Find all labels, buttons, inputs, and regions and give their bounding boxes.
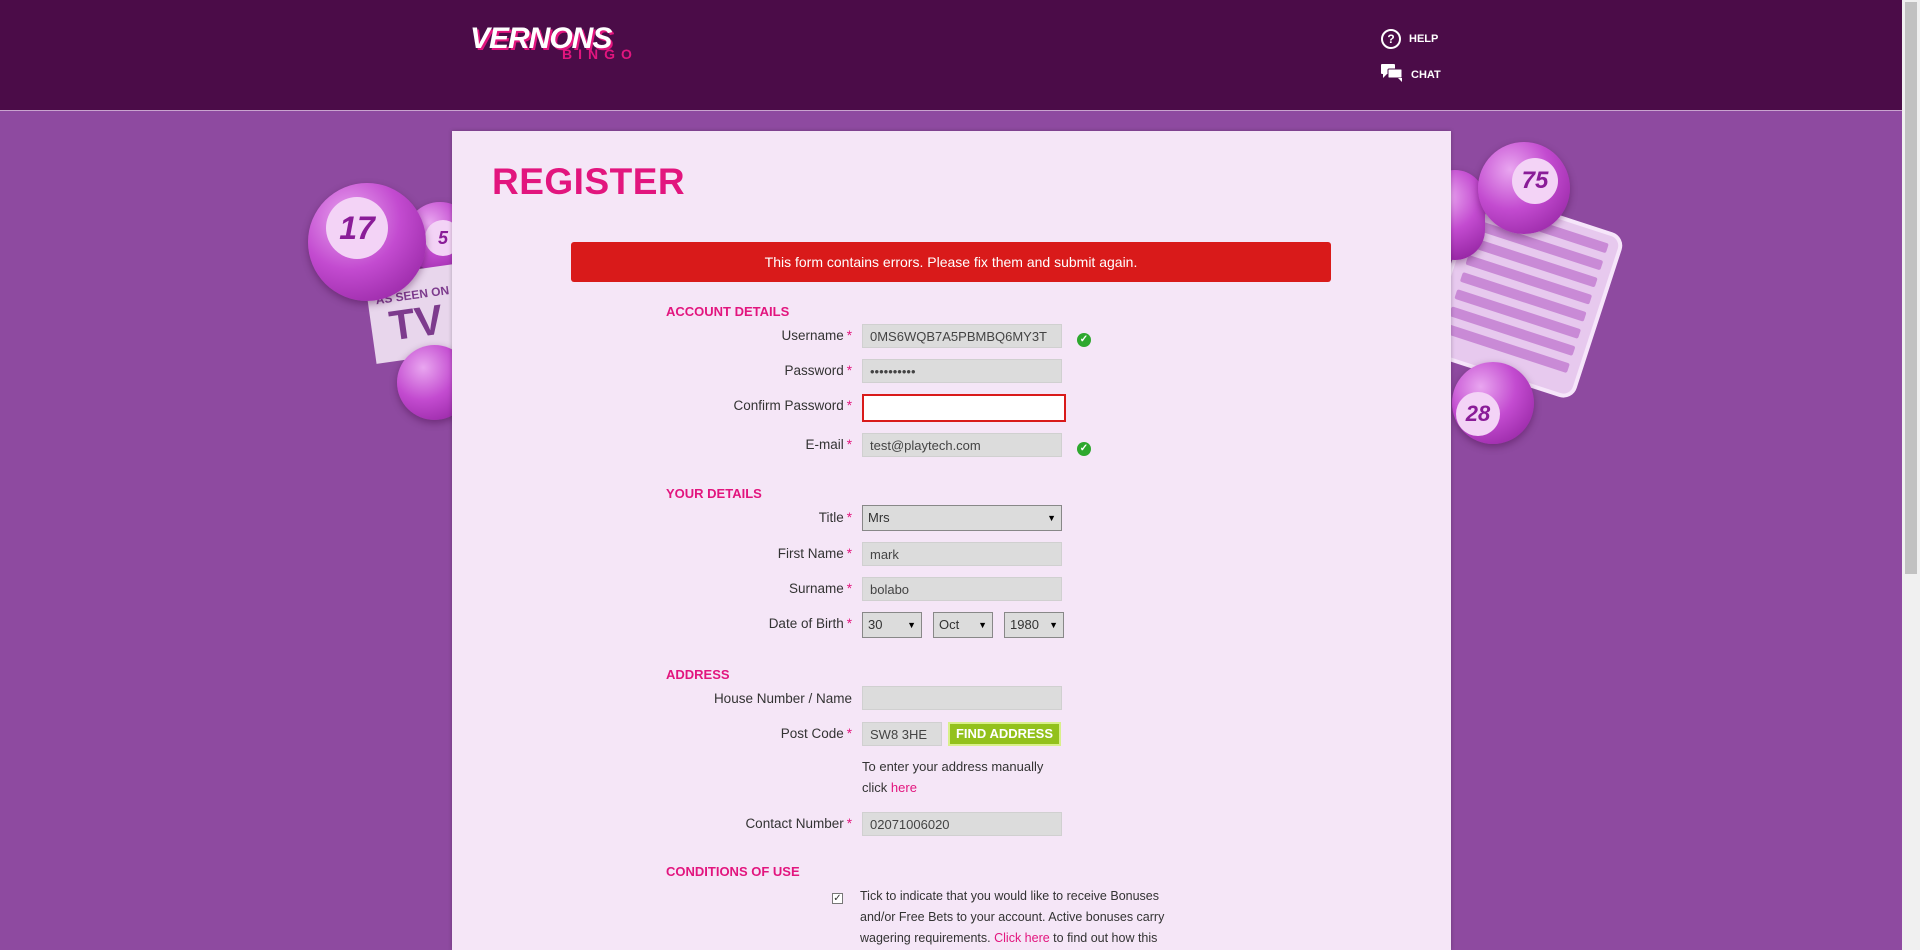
dropdown-arrow-icon: ▼	[978, 620, 987, 630]
vernons-bingo-logo[interactable]: VERNONS BINGO	[470, 24, 652, 64]
bonus-opt-in-text: Tick to indicate that you would like to …	[860, 889, 1165, 945]
register-panel: REGISTER This form contains errors. Plea…	[452, 131, 1451, 950]
title-label: Title *	[818, 510, 852, 525]
email-valid-check-icon: ✓	[1077, 442, 1091, 456]
logo-sub-text: BINGO	[562, 46, 638, 62]
form-error-banner: This form contains errors. Please fix th…	[571, 242, 1331, 282]
page-scrollbar[interactable]	[1902, 0, 1920, 950]
section-account-details: ACCOUNT DETAILS	[666, 304, 790, 319]
dob-label: Date of Birth *	[768, 616, 852, 631]
bonus-opt-in-checkbox[interactable]: ✓	[832, 893, 843, 904]
contact-number-label: Contact Number *	[745, 816, 852, 831]
ball-number: 28	[1456, 392, 1500, 436]
section-address: ADDRESS	[666, 667, 730, 682]
page-title: REGISTER	[492, 161, 686, 202]
dob-year-value: 1980	[1010, 617, 1039, 632]
username-label: Username *	[781, 328, 852, 343]
house-number-label: House Number / Name	[713, 691, 852, 706]
help-label: HELP	[1409, 33, 1439, 45]
password-field[interactable]	[862, 359, 1062, 383]
manual-address-link[interactable]: here	[891, 780, 917, 795]
postcode-field[interactable]	[862, 722, 942, 746]
dropdown-arrow-icon: ▼	[1047, 513, 1056, 523]
ball-number: 17	[326, 197, 388, 259]
surname-label: Surname *	[788, 581, 852, 596]
find-address-button[interactable]: FIND ADDRESS	[948, 722, 1061, 746]
contact-number-field[interactable]	[862, 812, 1062, 836]
first-name-label: First Name *	[777, 546, 852, 561]
confirm-password-field[interactable]	[862, 394, 1066, 422]
postcode-label: Post Code *	[780, 726, 852, 741]
bonus-info-link[interactable]: Click here	[994, 931, 1050, 945]
dob-day-value: 30	[868, 617, 883, 632]
section-conditions-of-use: CONDITIONS OF USE	[666, 864, 800, 879]
chat-link[interactable]: CHAT	[1381, 64, 1441, 85]
bingo-ball-75: 75	[1478, 142, 1570, 234]
section-your-details: YOUR DETAILS	[666, 486, 762, 501]
dob-day-select[interactable]: 30 ▼	[862, 612, 922, 638]
confirm-password-label: Confirm Password *	[733, 398, 852, 413]
dropdown-arrow-icon: ▼	[907, 620, 916, 630]
manual-address-text: To enter your address manually click her…	[862, 759, 1044, 795]
scrollbar-thumb[interactable]	[1905, 2, 1917, 574]
surname-field[interactable]	[862, 577, 1062, 601]
site-header: VERNONS BINGO ? HELP CHAT	[0, 0, 1902, 111]
help-link[interactable]: ? HELP	[1381, 29, 1438, 49]
chat-icon	[1381, 64, 1403, 85]
password-label: Password *	[784, 363, 852, 378]
dob-year-select[interactable]: 1980 ▼	[1004, 612, 1064, 638]
help-icon: ?	[1381, 29, 1401, 49]
username-valid-check-icon: ✓	[1077, 333, 1091, 347]
username-field[interactable]	[862, 324, 1062, 348]
dob-month-value: Oct	[939, 617, 960, 632]
title-select-value: Mrs	[868, 510, 890, 525]
dob-month-select[interactable]: Oct ▼	[933, 612, 993, 638]
bingo-ball-17: 17	[308, 183, 426, 301]
first-name-field[interactable]	[862, 542, 1062, 566]
chat-label: CHAT	[1411, 68, 1441, 81]
title-select[interactable]: Mrs ▼	[862, 505, 1062, 531]
dropdown-arrow-icon: ▼	[1049, 620, 1058, 630]
email-field[interactable]	[862, 433, 1062, 457]
house-number-field[interactable]	[862, 686, 1062, 710]
email-label: E-mail *	[805, 437, 852, 452]
ball-number: 75	[1512, 158, 1558, 204]
bingo-ball-28: 28	[1452, 362, 1534, 444]
